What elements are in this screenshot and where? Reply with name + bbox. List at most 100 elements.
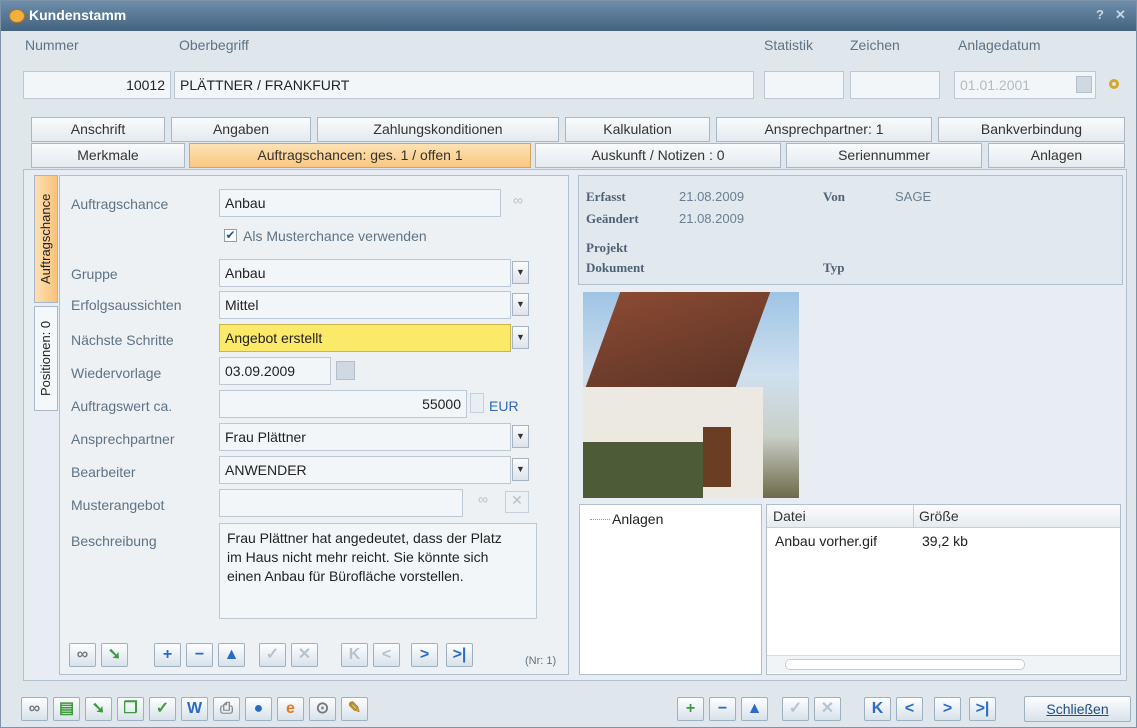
confirm-button[interactable]: ✓ [259, 643, 286, 667]
erfolg-select[interactable]: Mittel [219, 291, 511, 319]
help-icon[interactable]: ? [1096, 7, 1104, 22]
schritte-select[interactable]: Angebot erstellt [219, 324, 511, 352]
tab-bankverbindung[interactable]: Bankverbindung [938, 117, 1125, 142]
gruppe-select[interactable]: Anbau [219, 259, 511, 287]
oberbegriff-field[interactable]: PLÄTTNER / FRANKFURT [174, 71, 754, 99]
geaendert-label: Geändert [586, 211, 639, 226]
remove-button[interactable]: − [186, 643, 213, 667]
beschreibung-textarea[interactable]: Frau Plättner hat angedeutet, dass der P… [219, 523, 537, 619]
tab-anschrift[interactable]: Anschrift [31, 117, 165, 142]
info-panel [578, 175, 1123, 285]
chevron-down-icon[interactable]: ▼ [512, 458, 529, 481]
up-button[interactable]: ▲ [218, 643, 245, 667]
word-icon[interactable]: W [181, 697, 208, 721]
statistik-label: Statistik [764, 37, 814, 53]
ansprech-select[interactable]: Frau Plättner [219, 423, 511, 451]
last-record-button[interactable]: >| [969, 697, 996, 721]
close-icon[interactable]: ✕ [1115, 7, 1126, 23]
prev-record-button[interactable]: < [896, 697, 923, 721]
tab-ansprechpartner[interactable]: Ansprechpartner: 1 [716, 117, 932, 142]
chevron-down-icon[interactable]: ▼ [512, 425, 529, 448]
tab-zahlungskonditionen[interactable]: Zahlungskonditionen [317, 117, 559, 142]
auftragschance-field[interactable]: Anbau [219, 189, 501, 217]
app-icon [9, 9, 25, 23]
first-record-button[interactable]: K [341, 643, 368, 667]
nummer-label: Nummer [25, 37, 79, 53]
remove-button[interactable]: − [709, 697, 736, 721]
gruppe-label: Gruppe [71, 266, 118, 282]
spinner-icon[interactable] [470, 393, 484, 413]
copy-button[interactable]: ❐ [117, 697, 144, 721]
bearbeiter-select[interactable]: ANWENDER [219, 456, 511, 484]
side-tab-positionen[interactable]: Positionen: 0 [34, 306, 58, 411]
tab-anlagen[interactable]: Anlagen [988, 143, 1125, 168]
bearbeiter-label: Bearbeiter [71, 464, 136, 480]
tab-auskunft-notizen[interactable]: Auskunft / Notizen : 0 [535, 143, 781, 168]
add-button[interactable]: + [154, 643, 181, 667]
calendar-icon[interactable] [1076, 76, 1092, 93]
export-button[interactable]: ➘ [85, 697, 112, 721]
column-datei[interactable]: Datei [773, 508, 806, 524]
glasses-button[interactable]: ∞ [21, 697, 48, 721]
dokument-label: Dokument [586, 260, 645, 275]
cancel-button[interactable]: ✕ [291, 643, 318, 667]
new-document-button[interactable]: ▤ [53, 697, 80, 721]
tab-kalkulation[interactable]: Kalkulation [565, 117, 710, 142]
tab-angaben[interactable]: Angaben [171, 117, 311, 142]
first-record-button[interactable]: K [864, 697, 891, 721]
zeichen-field[interactable] [850, 71, 940, 99]
chevron-down-icon[interactable]: ▼ [512, 261, 529, 284]
musterangebot-field[interactable] [219, 489, 463, 517]
statistik-field[interactable] [764, 71, 844, 99]
shrub-shape [583, 442, 703, 498]
column-groesse[interactable]: Größe [919, 508, 959, 524]
erfolg-label: Erfolgsaussichten [71, 297, 182, 313]
cancel-button[interactable]: ✕ [814, 697, 841, 721]
tools-icon[interactable]: ✎ [341, 697, 368, 721]
confirm-button[interactable]: ✓ [782, 697, 809, 721]
nummer-field[interactable]: 10012 [23, 71, 171, 99]
info-icon[interactable]: ● [245, 697, 272, 721]
key-icon[interactable] [1109, 79, 1119, 89]
title-bar: Kundenstamm ? ✕ [1, 1, 1136, 31]
chevron-down-icon[interactable]: ▼ [512, 293, 529, 316]
tree-line [590, 519, 610, 520]
print-icon[interactable]: ⎙ [213, 697, 240, 721]
prev-record-button[interactable]: < [373, 643, 400, 667]
tab-auftragschancen[interactable]: Auftragschancen: ges. 1 / offen 1 [189, 143, 531, 168]
anlagen-tree[interactable]: Anlagen [579, 504, 762, 675]
email-icon[interactable]: e [277, 697, 304, 721]
clear-icon[interactable]: ✕ [505, 491, 529, 513]
glasses-icon[interactable]: ∞ [469, 491, 497, 513]
horizontal-scrollbar[interactable] [767, 655, 1120, 673]
up-button[interactable]: ▲ [741, 697, 768, 721]
glasses-button[interactable]: ∞ [69, 643, 96, 667]
tab-merkmale[interactable]: Merkmale [31, 143, 185, 168]
muster-checkbox[interactable]: ✔ [224, 229, 237, 242]
tree-item-anlagen[interactable]: Anlagen [612, 511, 663, 527]
chevron-down-icon[interactable]: ▼ [512, 326, 529, 349]
export-button[interactable]: ➘ [101, 643, 128, 667]
next-record-button[interactable]: > [934, 697, 961, 721]
erfasst-value: 21.08.2009 [679, 189, 745, 204]
table-row[interactable]: Anbau vorher.gif 39,2 kb [767, 531, 1120, 553]
chart-button[interactable]: ✓ [149, 697, 176, 721]
calendar-icon[interactable] [336, 361, 355, 380]
glasses-icon[interactable]: ∞ [504, 192, 532, 214]
next-record-button[interactable]: > [411, 643, 438, 667]
typ-label: Typ [823, 260, 845, 275]
wiedervorlage-field[interactable]: 03.09.2009 [219, 357, 331, 385]
projekt-label: Projekt [586, 240, 628, 255]
anlagedatum-field[interactable]: 01.01.2001 [954, 71, 1096, 99]
musterangebot-label: Musterangebot [71, 497, 165, 513]
close-button[interactable]: Schließen [1024, 696, 1131, 722]
ansprech-label: Ansprechpartner [71, 431, 175, 447]
tab-seriennummer[interactable]: Seriennummer [786, 143, 982, 168]
dropdown-circle-icon[interactable]: ⊙ [309, 697, 336, 721]
last-record-button[interactable]: >| [446, 643, 473, 667]
scrollbar-thumb[interactable] [785, 659, 1025, 670]
wert-field[interactable]: 55000 [219, 390, 467, 418]
add-button[interactable]: + [677, 697, 704, 721]
side-tab-auftragschance[interactable]: Auftragschance [34, 175, 58, 303]
beschreibung-label: Beschreibung [71, 533, 157, 549]
